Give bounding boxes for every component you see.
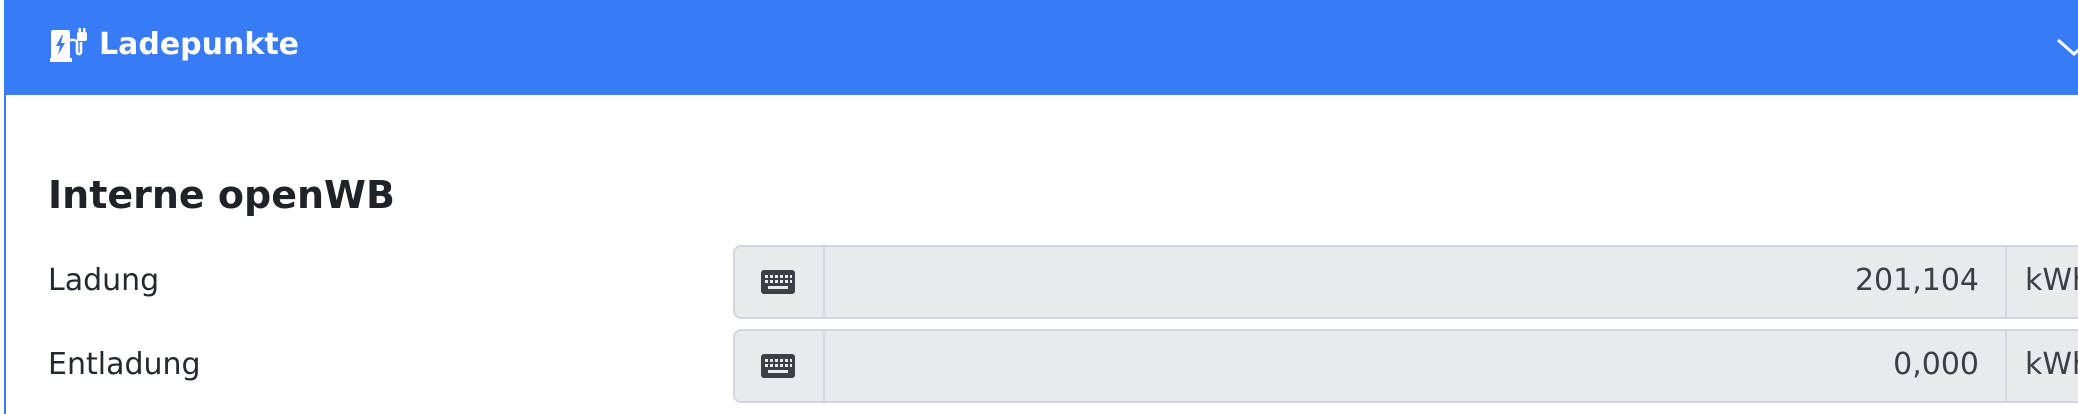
ladung-unit: kWh <box>2025 263 2078 298</box>
chevron-down-icon[interactable] <box>2054 30 2078 64</box>
row-label-entladung: Entladung <box>48 347 201 382</box>
unit-divider <box>2005 247 2007 317</box>
keyboard-button[interactable] <box>735 247 825 317</box>
keyboard-icon <box>761 354 795 378</box>
section-title: Interne openWB <box>48 173 395 217</box>
keyboard-button[interactable] <box>735 331 825 401</box>
unit-divider <box>2005 331 2007 401</box>
chargepoints-card: Ladepunkte Interne openWB Ladung 201,104… <box>4 0 2078 414</box>
entladung-unit: kWh <box>2025 347 2078 382</box>
entladung-input-group: 0,000 kWh <box>733 329 2078 403</box>
ladung-input-group: 201,104 kWh <box>733 245 2078 319</box>
entladung-value[interactable]: 0,000 <box>1893 345 1979 385</box>
row-label-ladung: Ladung <box>48 263 160 298</box>
keyboard-icon <box>761 270 795 294</box>
card-header[interactable]: Ladepunkte <box>6 0 2078 95</box>
card-title: Ladepunkte <box>99 27 300 62</box>
ladung-value[interactable]: 201,104 <box>1855 261 1979 301</box>
charging-station-icon <box>50 28 87 62</box>
